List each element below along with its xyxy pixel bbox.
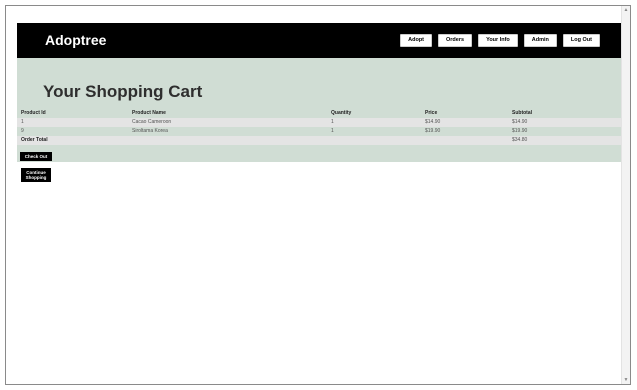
browser-viewport: Adoptree Adopt Orders Your Info Admin Lo… (5, 5, 631, 385)
subtotal-cell: $14.90 (512, 119, 528, 125)
nav-your-info-button[interactable]: Your Info (478, 34, 518, 47)
product-id-cell: 9 (21, 128, 24, 134)
page-content: Adoptree Adopt Orders Your Info Admin Lo… (17, 23, 626, 383)
cart-table: Product Id Product Name Quantity Price S… (17, 109, 626, 145)
order-total-row: Order Total $34.80 (17, 136, 626, 145)
product-name-cell: Siroltama Korea (132, 128, 168, 134)
price-cell: $19.90 (425, 128, 441, 134)
scroll-up-arrow-icon[interactable]: ▲ (623, 7, 629, 13)
nav-admin-button[interactable]: Admin (523, 34, 557, 47)
table-row: 9 Siroltama Korea 1 $19.90 $19.90 (17, 127, 626, 136)
checkout-button[interactable]: Check Out (20, 152, 52, 161)
column-header-quantity: Quantity (331, 110, 352, 116)
nav-orders-button[interactable]: Orders (438, 34, 473, 47)
brand-logo[interactable]: Adoptree (45, 32, 106, 48)
nav-links: Adopt Orders Your Info Admin Log Out (400, 34, 600, 47)
column-header-price: Price (425, 110, 438, 116)
scroll-down-arrow-icon[interactable]: ▼ (623, 377, 629, 383)
continue-shopping-label-line2: Shopping (25, 175, 47, 180)
continue-shopping-button[interactable]: Continue Shopping (21, 168, 51, 182)
table-row: 1 Cacao Cameroon 1 $14.90 $14.90 (17, 118, 626, 127)
column-header-product-name: Product Name (132, 110, 166, 116)
product-name-cell: Cacao Cameroon (132, 119, 172, 125)
column-header-subtotal: Subtotal (512, 110, 532, 116)
vertical-scrollbar[interactable]: ▲ ▼ (621, 6, 630, 384)
column-header-product-id: Product Id (21, 110, 46, 116)
order-total-label: Order Total (21, 137, 48, 143)
nav-adopt-button[interactable]: Adopt (400, 34, 433, 47)
table-header-row: Product Id Product Name Quantity Price S… (17, 109, 626, 118)
cart-section: Your Shopping Cart Product Id Product Na… (17, 58, 626, 162)
navbar: Adoptree Adopt Orders Your Info Admin Lo… (17, 23, 626, 58)
quantity-cell: 1 (331, 128, 334, 134)
product-id-cell: 1 (21, 119, 24, 125)
subtotal-cell: $19.90 (512, 128, 528, 134)
order-total-value: $34.80 (512, 137, 528, 143)
price-cell: $14.90 (425, 119, 441, 125)
quantity-cell: 1 (331, 119, 334, 125)
nav-logout-button[interactable]: Log Out (562, 34, 600, 47)
page-title: Your Shopping Cart (43, 82, 203, 101)
